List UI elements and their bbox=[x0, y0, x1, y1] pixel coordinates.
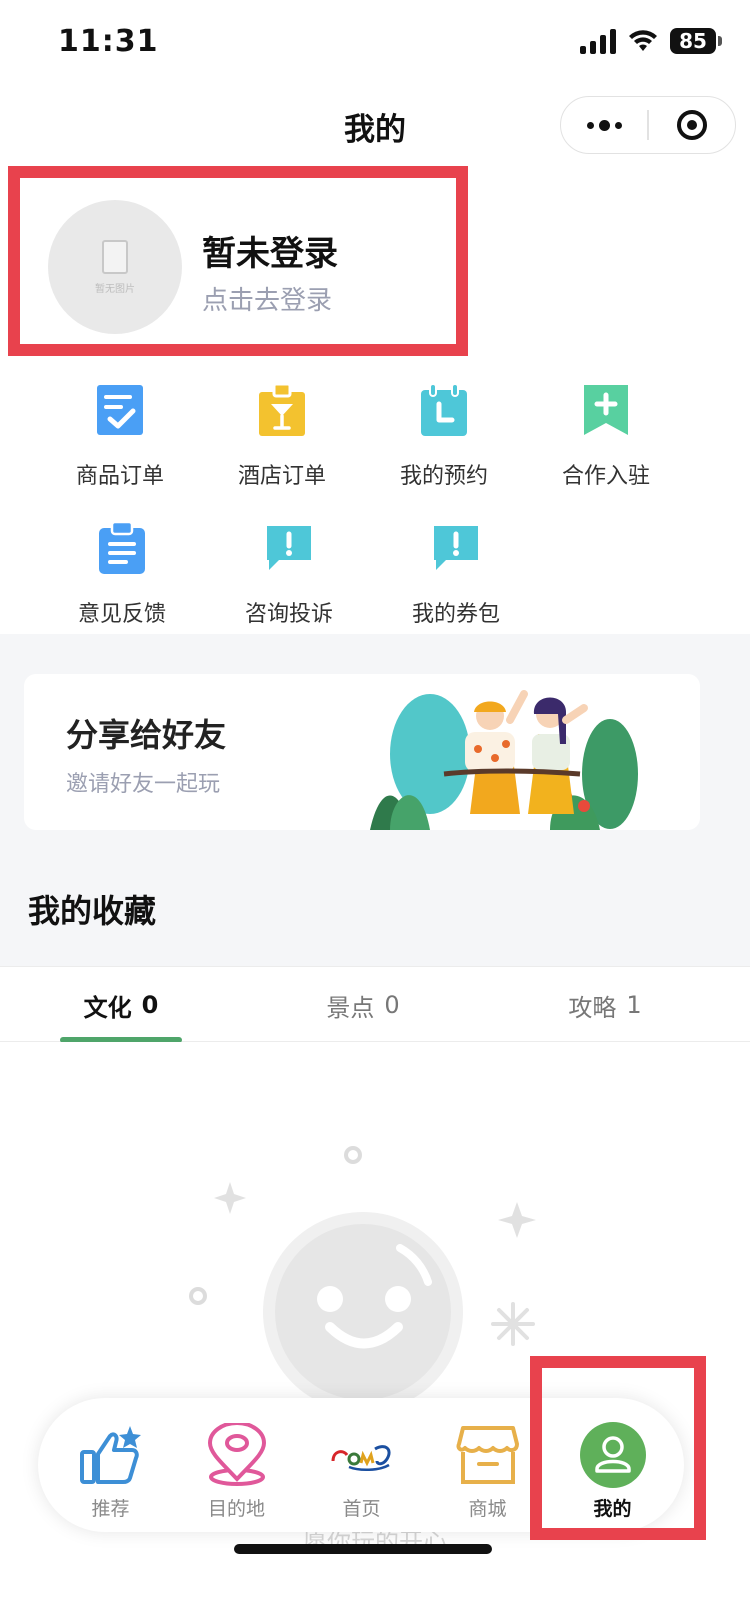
tab-count: 0 bbox=[141, 991, 159, 1019]
share-card[interactable]: 分享给好友 邀请好友一起玩 bbox=[24, 674, 700, 830]
my-coupons-button[interactable]: 我的券包 bbox=[375, 510, 537, 638]
tab-label: 文化 bbox=[83, 993, 132, 1022]
partnership-button[interactable]: 合作入驻 bbox=[525, 372, 687, 500]
target-circle-icon bbox=[676, 110, 707, 140]
bookmark-plus-icon bbox=[578, 382, 634, 438]
tab-recommend[interactable]: 推荐 bbox=[48, 1398, 173, 1532]
login-link[interactable]: 点击去登录 bbox=[202, 280, 332, 317]
tab-label: 攻略 bbox=[568, 993, 617, 1022]
tab-count: 0 bbox=[384, 991, 400, 1019]
avatar[interactable]: 暂无图片 bbox=[48, 200, 182, 334]
status-time: 11:31 bbox=[58, 24, 159, 59]
share-subtitle: 邀请好友一起玩 bbox=[66, 772, 221, 797]
function-label: 合作入驻 bbox=[561, 464, 650, 489]
tab-mine[interactable]: 我的 bbox=[550, 1398, 675, 1532]
order-check-icon bbox=[92, 382, 148, 438]
more-button[interactable] bbox=[561, 97, 647, 153]
feedback-button[interactable]: 意见反馈 bbox=[41, 510, 203, 638]
favorites-title: 我的收藏 bbox=[28, 892, 157, 930]
function-label: 酒店订单 bbox=[237, 464, 326, 489]
function-label: 咨询投诉 bbox=[244, 602, 333, 627]
favorites-tabs: 文化 0 景点 0 攻略 1 bbox=[0, 966, 750, 1043]
tab-label: 首页 bbox=[342, 1498, 381, 1520]
share-title: 分享给好友 bbox=[66, 716, 227, 754]
function-grid: 商品订单 酒店订单 我的预约 合作入驻 意见反馈 咨询投诉 我的券包 bbox=[0, 372, 750, 634]
status-icons: 85 bbox=[580, 28, 722, 54]
chat-alert-icon bbox=[261, 520, 317, 576]
function-label: 商品订单 bbox=[75, 464, 164, 489]
chat-alert-icon bbox=[428, 520, 484, 576]
tab-scenic-spots[interactable]: 景点 0 bbox=[242, 967, 484, 1043]
function-label: 意见反馈 bbox=[77, 602, 166, 627]
battery-indicator: 85 bbox=[670, 28, 722, 54]
tab-label: 我的 bbox=[593, 1498, 632, 1520]
wifi-icon bbox=[629, 30, 657, 51]
product-orders-button[interactable]: 商品订单 bbox=[39, 372, 201, 500]
empty-state: 愿你玩的开心 bbox=[0, 1042, 750, 1623]
my-reservations-button[interactable]: 我的预约 bbox=[363, 372, 525, 500]
store-icon bbox=[453, 1420, 523, 1490]
tab-label: 商城 bbox=[468, 1498, 507, 1520]
tab-home[interactable]: 首页 bbox=[299, 1398, 424, 1532]
miniprogram-capsule bbox=[560, 96, 736, 154]
login-status-title: 暂未登录 bbox=[202, 234, 338, 274]
map-pin-icon bbox=[202, 1420, 272, 1490]
bottom-tab-bar: 推荐 目的地 首页 商城 我的 bbox=[38, 1398, 684, 1532]
calendar-clock-icon bbox=[416, 382, 472, 438]
consult-complaint-button[interactable]: 咨询投诉 bbox=[208, 510, 370, 638]
login-card[interactable]: 暂无图片 暂未登录 点击去登录 bbox=[8, 166, 468, 356]
function-label: 我的预约 bbox=[399, 464, 488, 489]
image-placeholder-icon bbox=[102, 239, 128, 274]
close-button[interactable] bbox=[649, 97, 735, 153]
hotel-orders-button[interactable]: 酒店订单 bbox=[201, 372, 363, 500]
more-dots-icon bbox=[586, 119, 622, 131]
thumbs-up-star-icon bbox=[76, 1420, 146, 1490]
function-label: 我的券包 bbox=[411, 602, 500, 627]
friends-illustration bbox=[370, 690, 638, 830]
content-band: 分享给好友 邀请好友一起玩 我的收藏 bbox=[0, 634, 750, 966]
tab-destination[interactable]: 目的地 bbox=[174, 1398, 299, 1532]
tab-guides[interactable]: 攻略 1 bbox=[484, 967, 726, 1043]
tab-count: 1 bbox=[626, 991, 642, 1019]
tab-label: 推荐 bbox=[91, 1498, 130, 1520]
clipboard-icon bbox=[94, 520, 150, 576]
hotel-cocktail-icon bbox=[254, 382, 310, 438]
home-indicator bbox=[234, 1544, 492, 1554]
avatar-placeholder-text: 暂无图片 bbox=[95, 283, 135, 295]
signal-icon bbox=[580, 28, 616, 54]
user-icon bbox=[578, 1420, 648, 1490]
nav-bar: 我的 bbox=[0, 90, 750, 166]
brand-logo-icon bbox=[327, 1420, 397, 1490]
tab-culture[interactable]: 文化 0 bbox=[0, 967, 242, 1043]
tab-label: 景点 bbox=[326, 993, 375, 1022]
tab-label: 目的地 bbox=[207, 1498, 265, 1520]
status-bar: 11:31 85 bbox=[0, 0, 750, 90]
tab-mall[interactable]: 商城 bbox=[425, 1398, 550, 1532]
